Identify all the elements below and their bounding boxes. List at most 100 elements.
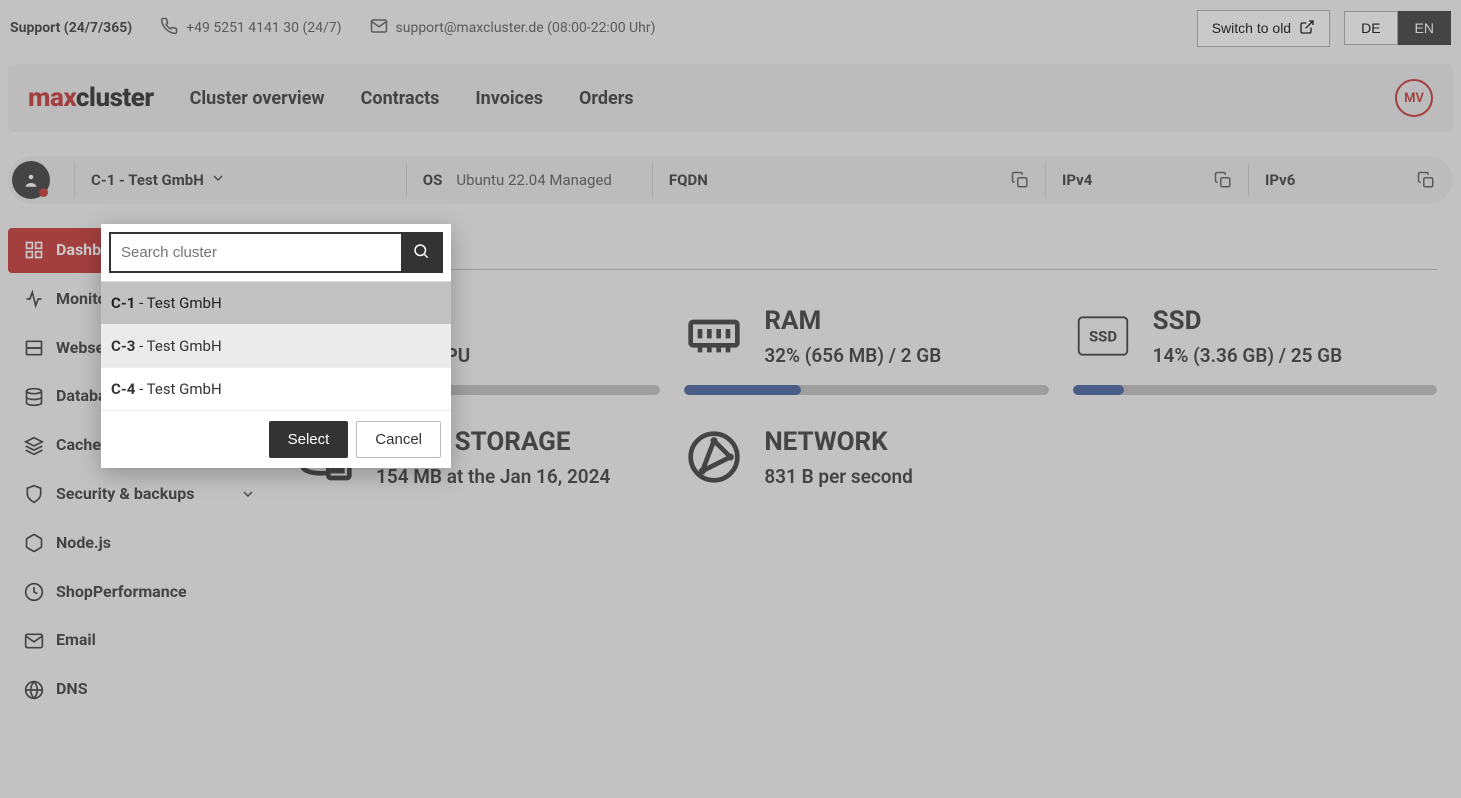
- avatar[interactable]: MV: [1395, 79, 1433, 117]
- switch-to-old-button[interactable]: Switch to old: [1197, 10, 1330, 47]
- os-label: OS: [423, 171, 443, 189]
- switch-to-old-label: Switch to old: [1212, 20, 1291, 36]
- layers-icon: [24, 436, 44, 456]
- card-title: RAM: [764, 306, 1048, 336]
- lang-en-button[interactable]: EN: [1398, 11, 1451, 45]
- sidebar-item-label: Security & backups: [56, 484, 228, 505]
- divider: [74, 164, 75, 196]
- email-contact[interactable]: support@maxcluster.de (08:00-22:00 Uhr): [370, 17, 656, 39]
- nav-orders[interactable]: Orders: [579, 88, 634, 109]
- sidebar-item-label: Node.js: [56, 533, 256, 554]
- nav-contracts[interactable]: Contracts: [361, 88, 440, 109]
- nav-cluster-overview[interactable]: Cluster overview: [190, 88, 325, 109]
- database-icon: [24, 387, 44, 407]
- ssd-icon: SSD: [1073, 306, 1133, 366]
- cluster-code: C-4: [111, 380, 135, 398]
- cluster-list-item[interactable]: C-4 - Test GmbH: [101, 368, 451, 411]
- cluster-search-popover: C-1 - Test GmbH C-3 - Test GmbH C-4 - Te…: [101, 224, 451, 468]
- chevron-down-icon: [210, 170, 226, 190]
- cluster-company: - Test GmbH: [135, 294, 221, 312]
- page-title: Dashboard: [296, 228, 1437, 263]
- search-button[interactable]: [401, 232, 443, 273]
- ipv4-label: IPv4: [1062, 171, 1092, 189]
- network-icon: [684, 427, 744, 487]
- cancel-button[interactable]: Cancel: [356, 421, 441, 458]
- svg-text:SSD: SSD: [1089, 328, 1117, 346]
- main-navbar: maxcluster Cluster overview Contracts In…: [8, 64, 1453, 132]
- sidebar-item-shopperf[interactable]: ShopPerformance: [8, 570, 272, 615]
- cluster-code: C-1: [111, 294, 135, 312]
- support-label: Support (24/7/365): [10, 20, 132, 36]
- ipv6-label: IPv6: [1265, 171, 1295, 189]
- card-ssd: SSD SSD 14% (3.36 GB) / 25 GB: [1073, 306, 1437, 395]
- phone-icon: [160, 17, 178, 39]
- sidebar-item-security[interactable]: Security & backups: [8, 472, 272, 517]
- shield-icon: [24, 484, 44, 504]
- dashboard-grid: CPU 6% / 1 CPU RAM 32% (656 MB) / 2 GB: [296, 306, 1437, 488]
- card-network: NETWORK 831 B per second: [684, 427, 1048, 488]
- globe-icon: [24, 680, 44, 700]
- ram-icon: [684, 306, 744, 366]
- copy-icon[interactable]: [1011, 171, 1029, 189]
- progress-bar: [684, 385, 1048, 395]
- cluster-list-item[interactable]: C-1 - Test GmbH: [101, 282, 451, 325]
- ipv6-section: IPv6: [1265, 171, 1435, 189]
- lang-de-button[interactable]: DE: [1344, 11, 1397, 45]
- progress-bar: [1073, 385, 1437, 395]
- card-subtitle: 831 B per second: [764, 465, 1048, 488]
- mail-icon: [370, 17, 388, 39]
- user-circle-icon[interactable]: [12, 161, 50, 199]
- card-title: SSD: [1153, 306, 1437, 336]
- card-subtitle: 154 MB at the Jan 16, 2024: [376, 465, 660, 488]
- server-icon: [24, 338, 44, 358]
- gauge-icon: [24, 582, 44, 602]
- mail-icon: [24, 631, 44, 651]
- external-link-icon: [1299, 19, 1315, 38]
- divider: [406, 164, 407, 196]
- os-info: OS Ubuntu 22.04 Managed: [423, 171, 612, 189]
- activity-icon: [24, 289, 44, 309]
- sidebar-item-label: Email: [56, 630, 256, 651]
- cluster-name: C-1 - Test GmbH: [91, 171, 204, 189]
- progress-fill: [1073, 385, 1124, 395]
- card-subtitle: 14% (3.36 GB) / 25 GB: [1153, 344, 1437, 367]
- progress-fill: [684, 385, 801, 395]
- cluster-info-bar: C-1 - Test GmbH OS Ubuntu 22.04 Managed …: [8, 156, 1453, 204]
- main-content: Dashboard CPU 6% / 1 CPU: [296, 228, 1453, 716]
- divider: [652, 164, 653, 196]
- sidebar-item-dns[interactable]: DNS: [8, 667, 272, 712]
- cluster-list: C-1 - Test GmbH C-3 - Test GmbH C-4 - Te…: [101, 281, 451, 411]
- card-title: NETWORK: [764, 427, 1048, 457]
- sidebar-item-nodejs[interactable]: Node.js: [8, 521, 272, 566]
- cluster-company: - Test GmbH: [135, 380, 221, 398]
- divider: [1045, 164, 1046, 196]
- select-button[interactable]: Select: [269, 421, 349, 458]
- phone-contact[interactable]: +49 5251 4141 30 (24/7): [160, 17, 341, 39]
- fqdn-label: FQDN: [669, 171, 708, 189]
- ipv4-section: IPv4: [1062, 171, 1232, 189]
- phone-text: +49 5251 4141 30 (24/7): [186, 20, 341, 36]
- top-contact-bar: Support (24/7/365) +49 5251 4141 30 (24/…: [0, 0, 1461, 56]
- card-ram: RAM 32% (656 MB) / 2 GB: [684, 306, 1048, 395]
- grid-icon: [24, 240, 44, 260]
- sidebar-item-label: DNS: [56, 679, 256, 700]
- sidebar-item-email[interactable]: Email: [8, 618, 272, 663]
- cluster-company: - Test GmbH: [135, 337, 221, 355]
- card-subtitle: 32% (656 MB) / 2 GB: [764, 344, 1048, 367]
- sidebar-item-label: ShopPerformance: [56, 582, 256, 603]
- copy-icon[interactable]: [1214, 171, 1232, 189]
- divider: [1248, 164, 1249, 196]
- fqdn-section: FQDN: [669, 171, 1029, 189]
- nav-invoices[interactable]: Invoices: [475, 88, 543, 109]
- language-switcher: DE EN: [1344, 11, 1451, 45]
- email-text: support@maxcluster.de (08:00-22:00 Uhr): [396, 20, 656, 36]
- cluster-selector[interactable]: C-1 - Test GmbH: [91, 170, 226, 190]
- chevron-down-icon: [240, 486, 256, 502]
- hexagon-icon: [24, 533, 44, 553]
- os-value: Ubuntu 22.04 Managed: [456, 171, 612, 189]
- cluster-code: C-3: [111, 337, 135, 355]
- logo[interactable]: maxcluster: [28, 83, 154, 113]
- cluster-list-item[interactable]: C-3 - Test GmbH: [101, 325, 451, 368]
- search-input[interactable]: [109, 232, 401, 273]
- copy-icon[interactable]: [1417, 171, 1435, 189]
